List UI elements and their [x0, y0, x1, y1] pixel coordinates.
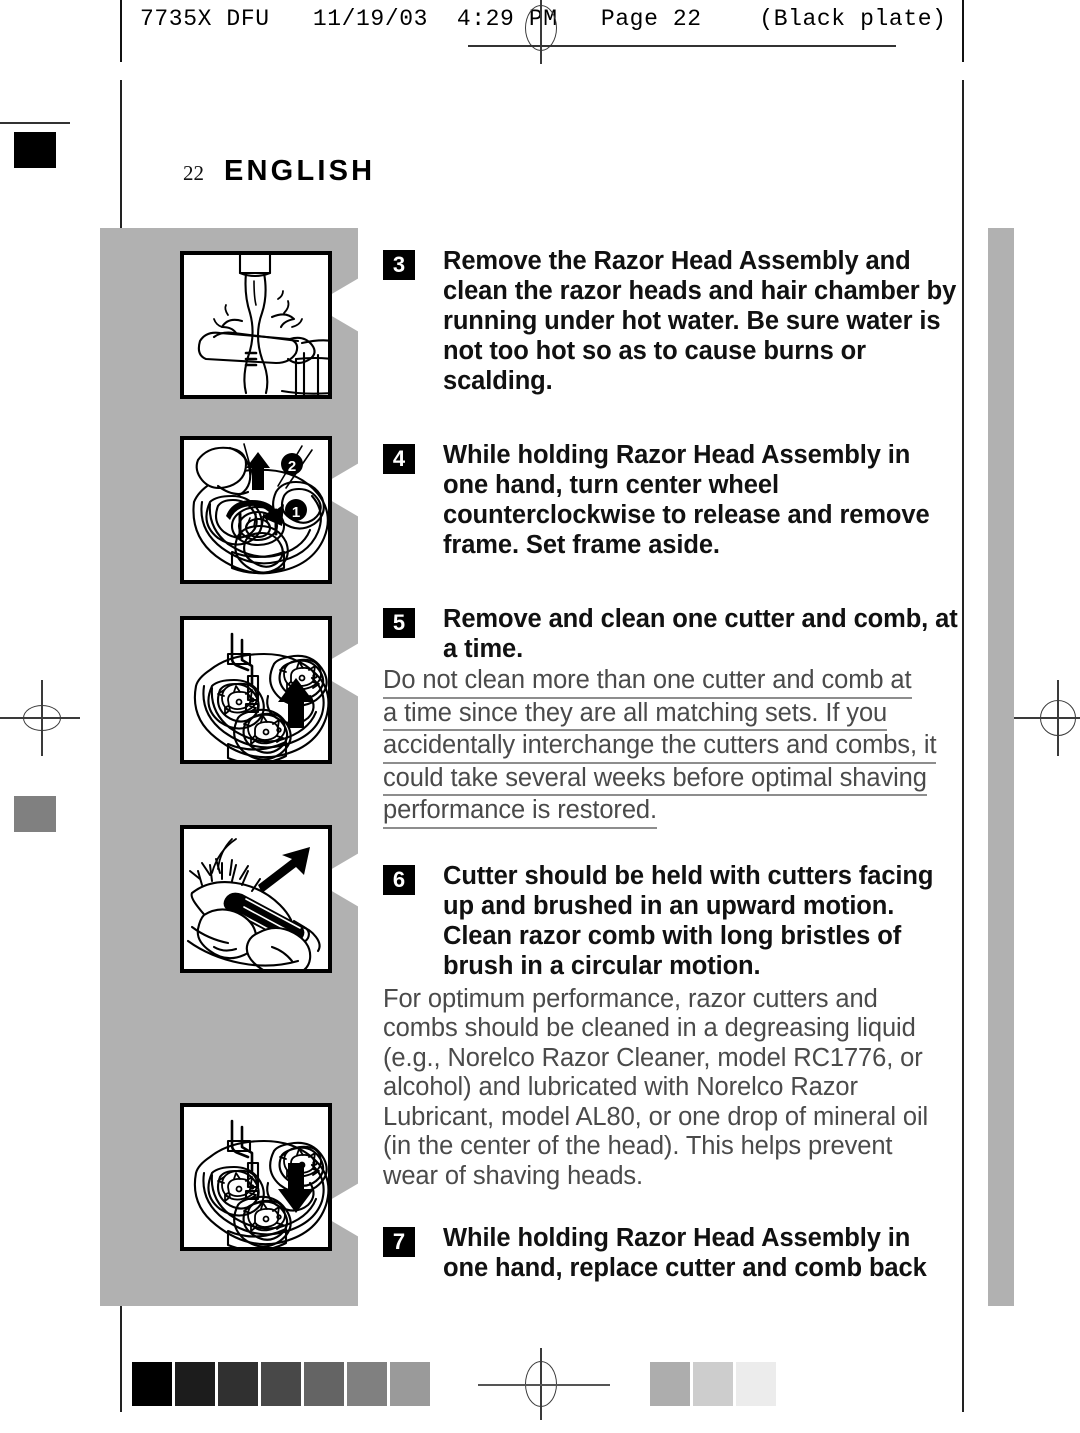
step-line: While holding Razor Head Assembly in	[443, 1224, 911, 1252]
crop-mark-left-top	[120, 0, 122, 62]
step-line: counterclockwise to release and remove	[443, 501, 930, 529]
registration-left-arm	[0, 717, 76, 719]
grayscale-swatch	[736, 1362, 776, 1406]
svg-text:1: 1	[292, 504, 300, 521]
registration-bottom-arm	[478, 1384, 610, 1386]
figure-replace-cutter	[180, 1103, 332, 1251]
step-text: Cutter should be held with cutters facin…	[443, 861, 933, 981]
step-item-7: 7 While holding Razor Head Assembly in o…	[383, 1223, 927, 1283]
document-page: 7735X DFU 11/19/03 4:29 PM Page 22 (Blac…	[0, 0, 1080, 1433]
registration-target-top	[510, 0, 572, 64]
grayscale-swatch	[650, 1362, 690, 1406]
step-item-5: 5 Remove and clean one cutter and comb, …	[383, 604, 958, 664]
step-line: one hand, replace cutter and comb back	[443, 1254, 927, 1282]
figure-brush-cutter	[180, 825, 332, 973]
step-number-badge: 4	[383, 444, 415, 474]
grayscale-swatch	[132, 1362, 172, 1406]
step-line: scalding.	[443, 367, 553, 395]
figure-rinsing-razor-head	[180, 251, 332, 399]
step-line: Clean razor comb with long bristles of	[443, 921, 902, 950]
calibration-swatch-black	[14, 132, 56, 168]
note-line: (e.g., Norelco Razor Cleaner, model RC17…	[383, 1043, 923, 1072]
note-after-step-6: For optimum performance, razor cutters a…	[383, 984, 929, 1192]
note-line: (in the center of the head). This helps …	[383, 1132, 893, 1160]
crop-rule-right	[962, 80, 964, 1350]
grayscale-swatch	[261, 1362, 301, 1406]
note-after-step-5: Do not clean more than one cutter and co…	[383, 666, 937, 829]
step-line: Cutter should be held with cutters facin…	[443, 861, 934, 890]
step-line: brush in a circular motion.	[443, 951, 761, 980]
step-line: a time.	[443, 635, 524, 663]
language-title: ENGLISH	[224, 155, 376, 187]
page-title: 22 ENGLISH	[183, 155, 375, 188]
step-item-4: 4 While holding Razor Head Assembly in o…	[383, 440, 930, 560]
step-number-badge: 3	[383, 250, 415, 280]
grayscale-swatch	[693, 1362, 733, 1406]
figure-turn-center-wheel: 2 1	[180, 436, 332, 584]
step-line: Remove and clean one cutter and comb, at	[443, 605, 958, 633]
note-line: alcohol) and lubricated with Norelco Raz…	[383, 1073, 858, 1101]
step-number-badge: 6	[383, 864, 415, 895]
svg-text:2: 2	[288, 458, 296, 475]
step-item-3: 3 Remove the Razor Head Assembly and cle…	[383, 246, 956, 396]
step-text: Remove the Razor Head Assembly and clean…	[443, 246, 956, 396]
grayscale-swatch	[218, 1362, 258, 1406]
registration-right-arm	[1004, 717, 1080, 719]
step-line: running under hot water. Be sure water i…	[443, 307, 941, 335]
prepress-header: 7735X DFU 11/19/03 4:29 PM Page 22 (Blac…	[0, 0, 1080, 64]
grayscale-strip-light	[650, 1362, 776, 1406]
crop-mark-right-top	[962, 0, 964, 62]
step-line: clean the razor heads and hair chamber b…	[443, 277, 957, 305]
note-line: a time since they are all matching sets.…	[383, 699, 887, 731]
note-line: could take several weeks before optimal …	[383, 764, 927, 796]
step-line: While holding Razor Head Assembly in	[443, 441, 911, 469]
bleed-bar-right	[988, 228, 1014, 1306]
crop-rule-right-bottom	[962, 1350, 964, 1412]
step-line: up and brushed in an upward motion.	[443, 891, 895, 920]
instruction-list: 3 Remove the Razor Head Assembly and cle…	[383, 246, 958, 1283]
crop-rule-left-bottom	[120, 1350, 122, 1412]
note-line: combs should be cleaned in a degreasing …	[383, 1014, 916, 1042]
grayscale-swatch	[175, 1362, 215, 1406]
step-number-badge: 7	[383, 1227, 415, 1257]
note-line: For optimum performance, razor cutters a…	[383, 984, 878, 1013]
grayscale-swatch	[390, 1362, 430, 1406]
grayscale-swatch	[347, 1362, 387, 1406]
note-line: Lubricant, model AL80, or one drop of mi…	[383, 1102, 929, 1131]
calibration-swatch-midgray	[14, 796, 56, 832]
note-line: accidentally interchange the cutters and…	[383, 731, 937, 764]
step-item-6: 6 Cutter should be held with cutters fac…	[383, 861, 933, 981]
step-text: While holding Razor Head Assembly in one…	[443, 440, 930, 560]
step-text: Remove and clean one cutter and comb, at…	[443, 604, 958, 664]
step-text: While holding Razor Head Assembly in one…	[443, 1223, 927, 1283]
trim-rule-top-left	[0, 122, 70, 124]
step-line: not too hot so as to cause burns or	[443, 337, 866, 365]
grayscale-strip-dark	[132, 1362, 430, 1406]
note-line: performance is restored.	[383, 796, 657, 829]
folio-number: 22	[183, 161, 204, 185]
step-line: one hand, turn center wheel	[443, 471, 779, 499]
header-underline-rule-2	[556, 45, 896, 47]
step-number-badge: 5	[383, 608, 415, 638]
step-line: frame. Set frame aside.	[443, 531, 720, 559]
step-line: Remove the Razor Head Assembly and	[443, 247, 911, 275]
figure-remove-cutter	[180, 616, 332, 764]
grayscale-swatch	[304, 1362, 344, 1406]
note-line: Do not clean more than one cutter and co…	[383, 666, 912, 699]
note-line: wear of shaving heads.	[383, 1161, 644, 1190]
